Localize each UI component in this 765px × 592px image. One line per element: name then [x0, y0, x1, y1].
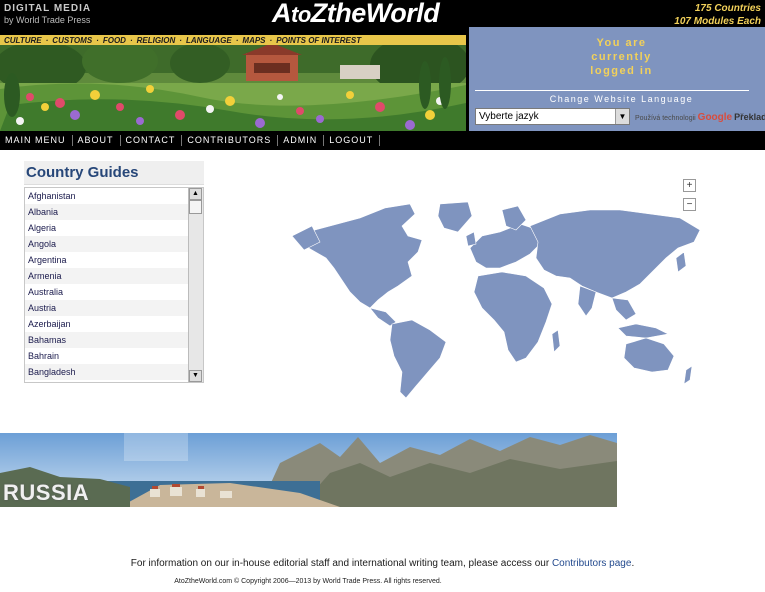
- list-scrollbar[interactable]: ▲ ▼: [188, 188, 203, 382]
- map-asia: [529, 209, 701, 299]
- country-item-angola[interactable]: Angola: [25, 236, 203, 252]
- stats-countries: 175 Countries: [694, 3, 761, 14]
- country-list[interactable]: Afghanistan Albania Algeria Angola Argen…: [24, 187, 204, 383]
- footer-info: For information on our in-house editoria…: [0, 558, 765, 569]
- country-item-azerbaijan[interactable]: Azerbaijan: [25, 316, 203, 332]
- logo-a: A: [272, 0, 292, 28]
- map-greenland: [437, 201, 473, 233]
- contributors-page-link[interactable]: Contributors page: [552, 558, 632, 569]
- map-europe: [469, 223, 543, 269]
- topic-customs: CUSTOMS: [52, 35, 93, 45]
- country-banner[interactable]: RUSSIA: [0, 433, 617, 507]
- topic-separator: ·: [45, 35, 49, 45]
- topic-language: LANGUAGE: [185, 35, 232, 45]
- footer-info-text: For information on our in-house editoria…: [130, 558, 552, 569]
- logo-to: to: [291, 2, 311, 27]
- copyright-notice: AtoZtheWorld.com © Copyright 2006—2013 b…: [174, 578, 442, 585]
- map-indonesia: [617, 323, 669, 339]
- topic-religion: RELIGION: [136, 35, 176, 45]
- topic-culture: CULTURE: [4, 35, 42, 45]
- map-south-america: [389, 319, 447, 399]
- site-header: DIGITAL MEDIA by World Trade Press AtoZt…: [0, 0, 765, 131]
- logo-z: Z: [310, 0, 328, 28]
- map-uk: [465, 231, 477, 247]
- topic-separator: ·: [129, 35, 133, 45]
- country-item-bahrain[interactable]: Bahrain: [25, 348, 203, 364]
- header-garden-photo: [0, 45, 466, 131]
- translate-label: Překlad: [734, 112, 765, 122]
- divider: [475, 90, 749, 91]
- country-item-bahamas[interactable]: Bahamas: [25, 332, 203, 348]
- topic-separator: ·: [235, 35, 239, 45]
- change-language-label: Change Website Language: [549, 94, 694, 104]
- dropdown-arrow-icon[interactable]: ▼: [615, 109, 629, 124]
- topic-separator: ·: [96, 35, 99, 45]
- topic-separator: ·: [179, 35, 182, 45]
- country-item-bangladesh[interactable]: Bangladesh: [25, 364, 203, 380]
- language-select-value: Vyberte jazyk: [479, 111, 539, 122]
- login-status-message: You are currently logged in: [469, 36, 765, 78]
- footer-info-end: .: [631, 558, 635, 569]
- brand-line-2: by World Trade Press: [4, 15, 91, 25]
- login-line-3: logged in: [590, 65, 653, 77]
- nav-admin[interactable]: ADMIN: [278, 135, 325, 146]
- country-item-australia[interactable]: Australia: [25, 284, 203, 300]
- map-africa: [473, 271, 553, 363]
- scroll-down-arrow-icon[interactable]: ▼: [189, 370, 202, 382]
- nav-contributors[interactable]: CONTRIBUTORS: [182, 135, 279, 146]
- country-item-argentina[interactable]: Argentina: [25, 252, 203, 268]
- powered-by-text: Používá technologii: [635, 115, 696, 122]
- login-status-panel: You are currently logged in Change Websi…: [469, 27, 765, 131]
- login-line-1: You are: [596, 37, 647, 49]
- topics-strip: CULTURE · CUSTOMS · FOOD · RELIGION · LANGUA…: [0, 35, 466, 45]
- brand-line-1: DIGITAL MEDIA: [4, 3, 92, 14]
- map-new-zealand: [683, 365, 693, 385]
- google-logo: Google: [697, 112, 733, 123]
- nav-main-menu[interactable]: MAIN MENU: [0, 135, 73, 146]
- nav-about[interactable]: ABOUT: [73, 135, 121, 146]
- topic-separator: ·: [269, 35, 273, 45]
- map-madagascar: [551, 329, 561, 353]
- country-item-albania[interactable]: Albania: [25, 204, 203, 220]
- topic-maps: MAPS: [242, 35, 266, 45]
- publisher-brand: DIGITAL MEDIA by World Trade Press: [4, 3, 91, 25]
- stats-badge: 175 Countries 107 Modules Each: [674, 2, 761, 28]
- nav-contact[interactable]: CONTACT: [121, 135, 183, 146]
- country-item-algeria[interactable]: Algeria: [25, 220, 203, 236]
- login-line-2: currently: [591, 51, 652, 63]
- country-guides-panel: Country Guides Afghanistan Albania Alger…: [24, 161, 204, 383]
- main-nav: MAIN MENU ABOUT CONTACT CONTRIBUTORS ADM…: [0, 131, 765, 150]
- country-item-austria[interactable]: Austria: [25, 300, 203, 316]
- map-north-america: [299, 203, 423, 309]
- map-australia: [623, 337, 675, 373]
- site-logo[interactable]: AtoZtheWorld: [272, 0, 440, 29]
- country-guides-title: Country Guides: [24, 161, 204, 185]
- banner-country-label: RUSSIA: [3, 480, 90, 505]
- google-translate-credit[interactable]: Používá technologii Google Překlad: [635, 112, 765, 123]
- topic-points-of-interest: POINTS OF INTEREST: [276, 35, 362, 45]
- zoom-in-button[interactable]: +: [683, 179, 696, 192]
- nav-logout[interactable]: LOGOUT: [324, 135, 381, 146]
- map-central-america: [369, 307, 397, 327]
- map-japan: [675, 251, 687, 273]
- world-map[interactable]: [290, 196, 710, 401]
- country-item-armenia[interactable]: Armenia: [25, 268, 203, 284]
- logo-rest: theWorld: [326, 0, 440, 28]
- map-southeast-asia: [611, 297, 637, 321]
- scrollbar-thumb[interactable]: [189, 200, 202, 214]
- scroll-up-arrow-icon[interactable]: ▲: [189, 188, 202, 200]
- country-item-afghanistan[interactable]: Afghanistan: [25, 188, 203, 204]
- language-select[interactable]: Vyberte jazyk ▼: [475, 108, 630, 125]
- topic-food: FOOD: [102, 35, 126, 45]
